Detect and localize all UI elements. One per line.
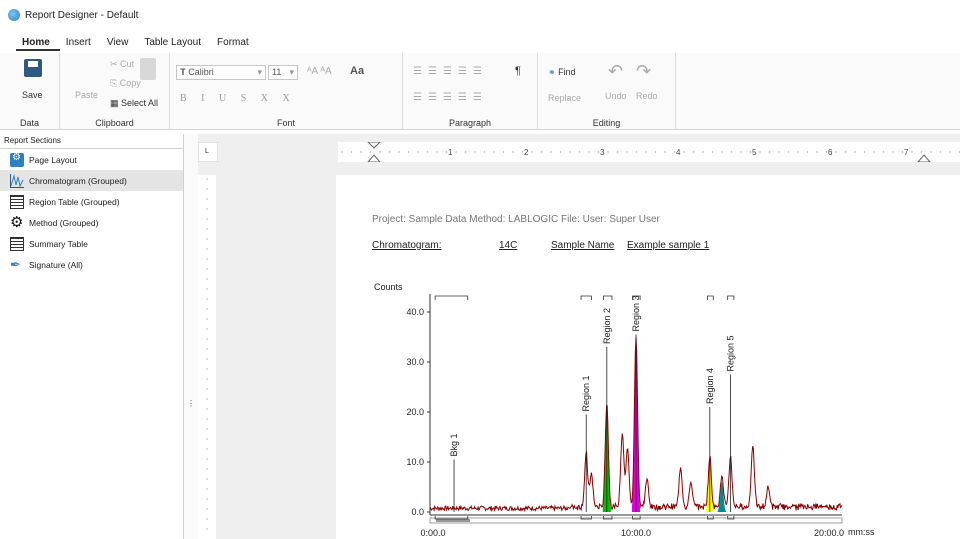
x-range-thumb[interactable] <box>436 519 470 522</box>
region-label: Region 3 <box>631 295 641 331</box>
x-tick-label: 0:00.0 <box>420 528 445 538</box>
region-bracket-top[interactable] <box>580 295 592 300</box>
y-tick-label: 20.0 <box>406 407 424 417</box>
region-label: Region 2 <box>602 308 612 344</box>
region-bracket-top[interactable] <box>602 295 613 300</box>
region-label: Bkg 1 <box>449 433 459 456</box>
y-tick-label: 0.0 <box>411 507 424 517</box>
x-tick-label: 20:00.0 <box>814 528 844 538</box>
y-tick-label: 30.0 <box>406 357 424 367</box>
region-label: Region 4 <box>705 368 715 404</box>
region-label: Region 5 <box>725 335 735 371</box>
region-bracket-top[interactable] <box>707 295 714 300</box>
y-tick-label: 10.0 <box>406 457 424 467</box>
x-axis-label: mm:ss <box>848 527 875 537</box>
y-tick-label: 40.0 <box>406 307 424 317</box>
region-label: Region 1 <box>581 375 591 411</box>
y-axis-label: Counts <box>374 282 403 292</box>
region-bracket-top[interactable] <box>434 295 469 300</box>
chromatogram-plot: Counts mm:ss 0.0 10.0 20.0 30.0 40.0 0:00.0 10… <box>374 282 875 538</box>
x-tick-label: 10:00.0 <box>621 528 651 538</box>
region-bracket-top[interactable] <box>727 295 735 300</box>
